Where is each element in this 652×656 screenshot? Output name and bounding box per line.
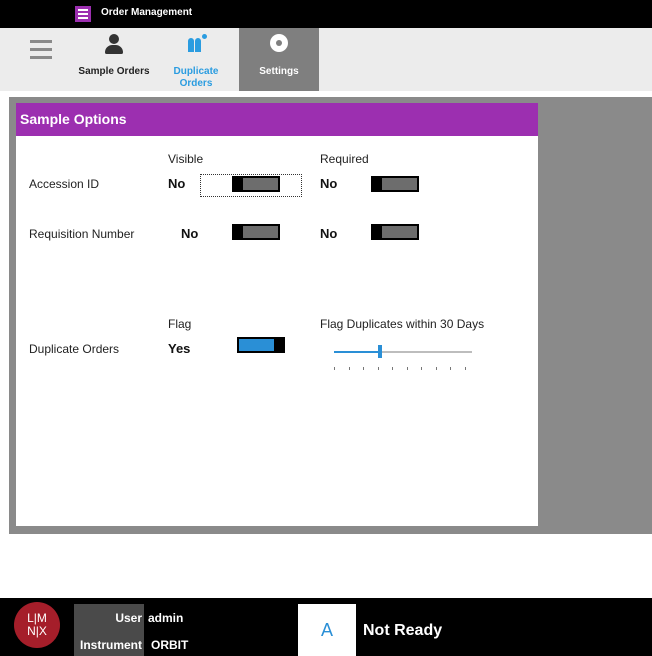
- flag-column-header: Flag: [168, 317, 192, 331]
- requisition-visible-value: No: [181, 226, 199, 241]
- flag-duplicates-toggle[interactable]: [237, 337, 285, 353]
- user-label: User: [115, 611, 142, 625]
- accession-id-label: Accession ID: [29, 177, 100, 191]
- title-bar: Order Management: [0, 0, 652, 28]
- required-column-header: Required: [320, 152, 369, 166]
- duplicate-days-slider[interactable]: [334, 343, 472, 373]
- slider-fill: [334, 351, 380, 353]
- visible-column-header: Visible: [168, 152, 204, 166]
- user-icon: [105, 34, 123, 56]
- flag-value: Yes: [168, 341, 191, 356]
- slider-tick: [465, 367, 466, 370]
- instrument-state-indicator: A: [298, 604, 356, 656]
- slider-tick: [363, 367, 364, 370]
- app-title: Order Management: [101, 7, 193, 18]
- slider-tick: [334, 367, 335, 370]
- slider-tick: [392, 367, 393, 370]
- order-management-icon: [75, 6, 91, 22]
- accession-visible-toggle[interactable]: [232, 176, 280, 192]
- duplicate-orders-label: Duplicate Orders: [173, 66, 219, 89]
- accession-required-value: No: [320, 176, 338, 191]
- accession-visible-value: No: [168, 176, 186, 191]
- slider-thumb[interactable]: [378, 345, 382, 358]
- slider-tick: [407, 367, 408, 370]
- lmnx-logo: L|M N|X: [14, 602, 60, 648]
- accession-required-toggle[interactable]: [371, 176, 419, 192]
- slider-tick: [436, 367, 437, 370]
- user-value: admin: [148, 611, 184, 625]
- duplicate-orders-row-label: Duplicate Orders: [29, 342, 120, 356]
- sample-orders-label: Sample Orders: [78, 66, 150, 77]
- gear-icon: [270, 34, 288, 52]
- requisition-required-toggle[interactable]: [371, 224, 419, 240]
- sample-orders-button[interactable]: Sample Orders: [74, 28, 154, 91]
- sample-options-panel: Sample Options Visible Required Accessio…: [16, 103, 538, 526]
- slider-tick: [450, 367, 451, 370]
- settings-label: Settings: [259, 66, 299, 77]
- slider-label: Flag Duplicates within 30 Days: [320, 317, 485, 331]
- slider-tick: [378, 367, 379, 370]
- requisition-number-label: Requisition Number: [29, 227, 135, 241]
- slider-tick: [349, 367, 350, 370]
- panel-title: Sample Options: [16, 103, 538, 136]
- duplicate-orders-button[interactable]: Duplicate Orders: [160, 28, 232, 91]
- hamburger-menu-icon[interactable]: [30, 40, 52, 62]
- settings-button[interactable]: Settings: [239, 28, 319, 91]
- instrument-value: ORBIT: [151, 638, 189, 652]
- slider-tick: [421, 367, 422, 370]
- instrument-label: Instrument: [79, 638, 142, 652]
- requisition-visible-toggle[interactable]: [232, 224, 280, 240]
- instrument-status-text: Not Ready: [363, 622, 443, 639]
- duplicate-people-icon: [186, 34, 208, 56]
- requisition-required-value: No: [320, 226, 338, 241]
